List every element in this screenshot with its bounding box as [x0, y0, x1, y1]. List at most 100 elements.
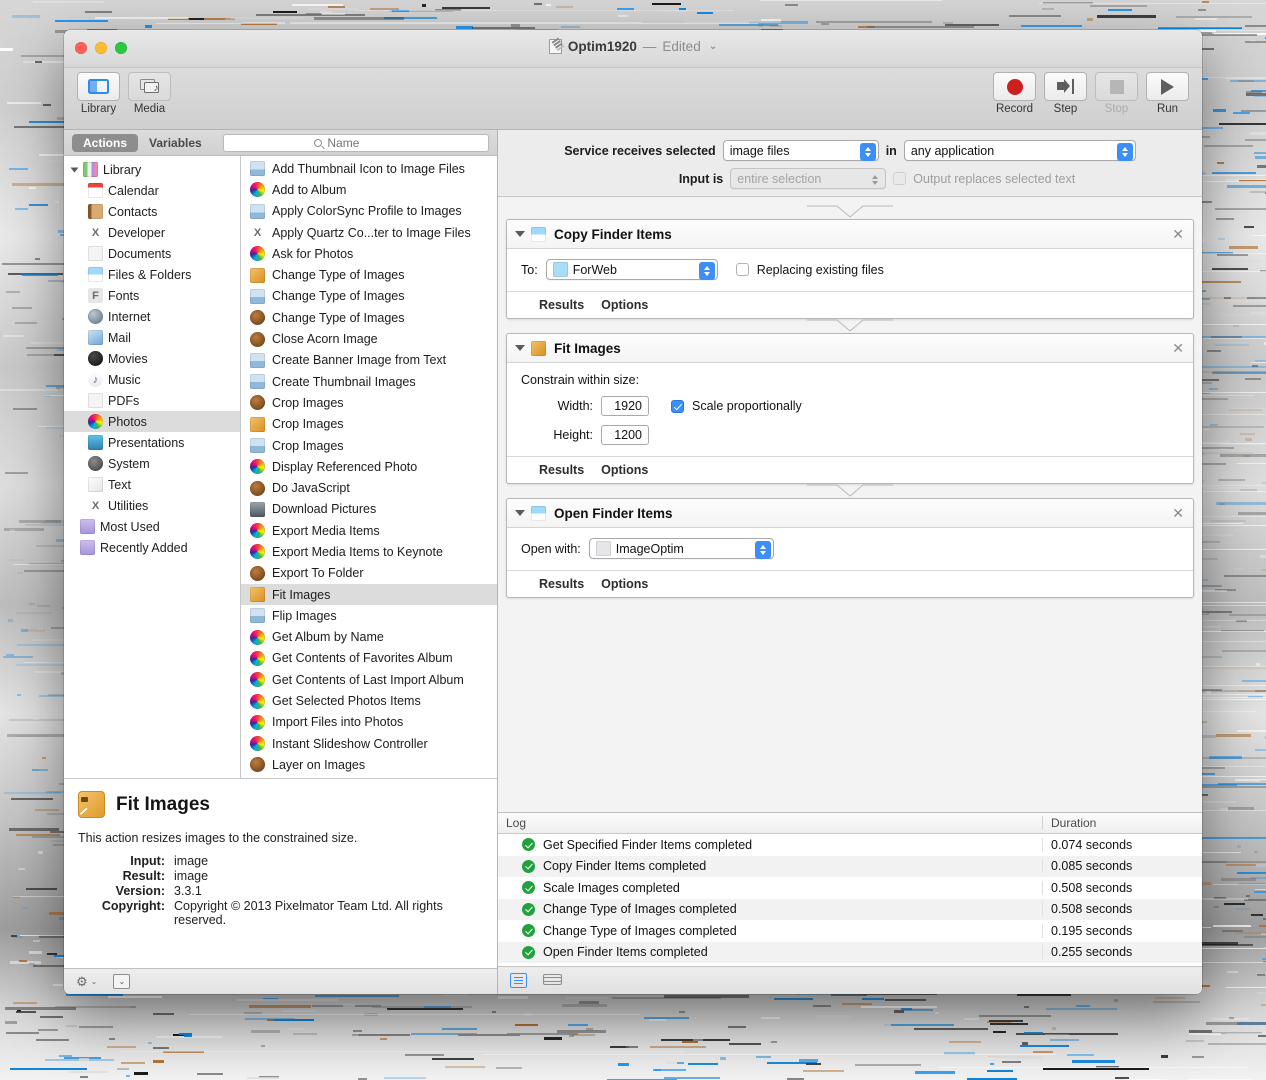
tree-item-calendar[interactable]: Calendar	[64, 180, 240, 201]
service-application-popup[interactable]: any application	[904, 140, 1136, 161]
action-list-item[interactable]: Flip Images	[241, 605, 497, 626]
log-row[interactable]: Scale Images completed0.508 seconds	[498, 877, 1202, 899]
action-list-item[interactable]: Get Contents of Last Import Album	[241, 669, 497, 690]
action-list-item[interactable]: Do JavaScript	[241, 477, 497, 498]
input-is-popup[interactable]: entire selection	[730, 168, 886, 189]
action-results-toggle[interactable]: Results	[539, 577, 584, 591]
log-row[interactable]: Copy Finder Items completed0.085 seconds	[498, 856, 1202, 878]
tree-item-text[interactable]: Text	[64, 474, 240, 495]
log-split-view-icon[interactable]	[542, 973, 559, 988]
width-input[interactable]: 1920	[601, 396, 649, 416]
action-popup-button[interactable]: ForWeb	[546, 259, 718, 280]
action-list-item[interactable]: Create Thumbnail Images	[241, 371, 497, 392]
disclosure-triangle-icon[interactable]	[515, 231, 525, 237]
tree-item-developer[interactable]: XDeveloper	[64, 222, 240, 243]
actions-list[interactable]: Add Thumbnail Icon to Image FilesAdd to …	[241, 156, 497, 778]
tree-item-internet[interactable]: Internet	[64, 306, 240, 327]
log-rows[interactable]: Get Specified Finder Items completed0.07…	[498, 834, 1202, 966]
action-list-item[interactable]: XApply Quartz Co...ter to Image Files	[241, 222, 497, 243]
action-list-item[interactable]: Change Type of Images	[241, 286, 497, 307]
tree-item-files-folders[interactable]: Files & Folders	[64, 264, 240, 285]
service-receives-popup[interactable]: image files	[723, 140, 879, 161]
library-tabs[interactable]: Actions Variables	[72, 134, 213, 152]
log-row[interactable]: Get Specified Finder Items completed0.07…	[498, 834, 1202, 856]
log-column-duration[interactable]: Duration	[1042, 816, 1202, 830]
action-list-item[interactable]: Close Acorn Image	[241, 328, 497, 349]
action-list-item[interactable]: Get Contents of Favorites Album	[241, 648, 497, 669]
disclosure-triangle-icon[interactable]	[71, 167, 79, 172]
scale-proportionally-checkbox[interactable]	[671, 400, 684, 413]
action-list-item[interactable]: Crop Images	[241, 414, 497, 435]
log-row[interactable]: Change Type of Images completed0.508 sec…	[498, 899, 1202, 921]
close-icon[interactable]: ✕	[1172, 227, 1184, 241]
toolbar-step-button[interactable]: Step	[1043, 72, 1088, 115]
action-list-item[interactable]: Create Banner Image from Text	[241, 350, 497, 371]
title-chevron-down-icon[interactable]: ⌄	[709, 41, 717, 52]
action-list-item[interactable]: Instant Slideshow Controller	[241, 733, 497, 754]
action-results-toggle[interactable]: Results	[539, 298, 584, 312]
tree-item-recently-added[interactable]: Recently Added	[64, 537, 240, 558]
workflow-canvas[interactable]: Copy Finder Items✕To:ForWebReplacing exi…	[498, 197, 1202, 812]
action-list-item[interactable]: Export To Folder	[241, 563, 497, 584]
library-category-tree[interactable]: LibraryCalendarContactsXDeveloperDocumen…	[64, 156, 241, 778]
action-list-item[interactable]: Export Media Items	[241, 520, 497, 541]
tree-item-presentations[interactable]: Presentations	[64, 432, 240, 453]
tree-item-mail[interactable]: Mail	[64, 327, 240, 348]
action-popup-button[interactable]: ImageOptim	[589, 538, 774, 559]
tree-item-utilities[interactable]: XUtilities	[64, 495, 240, 516]
toolbar-record-button[interactable]: Record	[992, 72, 1037, 115]
height-input[interactable]: 1200	[601, 425, 649, 445]
tree-item-documents[interactable]: Documents	[64, 243, 240, 264]
action-card[interactable]: Copy Finder Items✕To:ForWebReplacing exi…	[506, 219, 1194, 319]
action-list-item[interactable]: Import Files into Photos	[241, 712, 497, 733]
toolbar-run-button[interactable]: Run	[1145, 72, 1190, 115]
tab-variables[interactable]: Variables	[138, 134, 213, 152]
action-list-item[interactable]: Layer on Images	[241, 754, 497, 775]
tree-item-music[interactable]: ♪Music	[64, 369, 240, 390]
action-list-item[interactable]: Apply ColorSync Profile to Images	[241, 201, 497, 222]
tree-item-contacts[interactable]: Contacts	[64, 201, 240, 222]
tree-item-pdfs[interactable]: PDFs	[64, 390, 240, 411]
show-hide-description-icon[interactable]: ⌄	[113, 974, 130, 989]
log-row[interactable]: Open Finder Items completed0.255 seconds	[498, 942, 1202, 964]
action-options-toggle[interactable]: Options	[601, 463, 648, 477]
tree-item-fonts[interactable]: FFonts	[64, 285, 240, 306]
action-list-item[interactable]: Change Type of Images	[241, 307, 497, 328]
action-list-item[interactable]: Change Type of Images	[241, 264, 497, 285]
action-list-item[interactable]: Ask for Photos	[241, 243, 497, 264]
log-row[interactable]: Change Type of Images completed0.195 sec…	[498, 920, 1202, 942]
replacing-existing-files-checkbox[interactable]	[736, 263, 749, 276]
action-card-header[interactable]: Copy Finder Items✕	[507, 220, 1193, 249]
library-search-field[interactable]	[223, 134, 489, 152]
close-icon[interactable]: ✕	[1172, 341, 1184, 355]
tree-item-photos[interactable]: Photos	[64, 411, 240, 432]
action-results-toggle[interactable]: Results	[539, 463, 584, 477]
action-card-header[interactable]: Fit Images✕	[507, 334, 1193, 363]
document-proxy-icon[interactable]	[549, 39, 562, 54]
action-list-item[interactable]: Fit Images	[241, 584, 497, 605]
log-column-log[interactable]: Log	[498, 816, 1042, 830]
action-card-header[interactable]: Open Finder Items✕	[507, 499, 1193, 528]
action-options-toggle[interactable]: Options	[601, 298, 648, 312]
tree-item-system[interactable]: System	[64, 453, 240, 474]
search-input[interactable]	[327, 136, 397, 150]
action-list-item[interactable]: Get Selected Photos Items	[241, 690, 497, 711]
tab-actions[interactable]: Actions	[72, 134, 138, 152]
action-list-item[interactable]: Download Pictures	[241, 499, 497, 520]
action-list-item[interactable]: Add to Album	[241, 179, 497, 200]
tree-item-most-used[interactable]: Most Used	[64, 516, 240, 537]
close-icon[interactable]: ✕	[1172, 506, 1184, 520]
toolbar-library-button[interactable]: Library	[76, 72, 121, 115]
disclosure-triangle-icon[interactable]	[515, 510, 525, 516]
action-card[interactable]: Fit Images✕Constrain within size:Width:1…	[506, 333, 1194, 484]
toolbar-media-button[interactable]: ♪ Media	[127, 72, 172, 115]
gear-menu-icon[interactable]: ⚙⌄	[76, 974, 97, 990]
action-list-item[interactable]: Get Album by Name	[241, 627, 497, 648]
action-list-item[interactable]: Crop Images	[241, 435, 497, 456]
action-options-toggle[interactable]: Options	[601, 577, 648, 591]
output-replaces-checkbox[interactable]	[893, 172, 906, 185]
action-list-item[interactable]: Crop Images	[241, 392, 497, 413]
disclosure-triangle-icon[interactable]	[515, 345, 525, 351]
log-list-view-icon[interactable]	[510, 973, 527, 988]
tree-item-library[interactable]: Library	[64, 159, 240, 180]
